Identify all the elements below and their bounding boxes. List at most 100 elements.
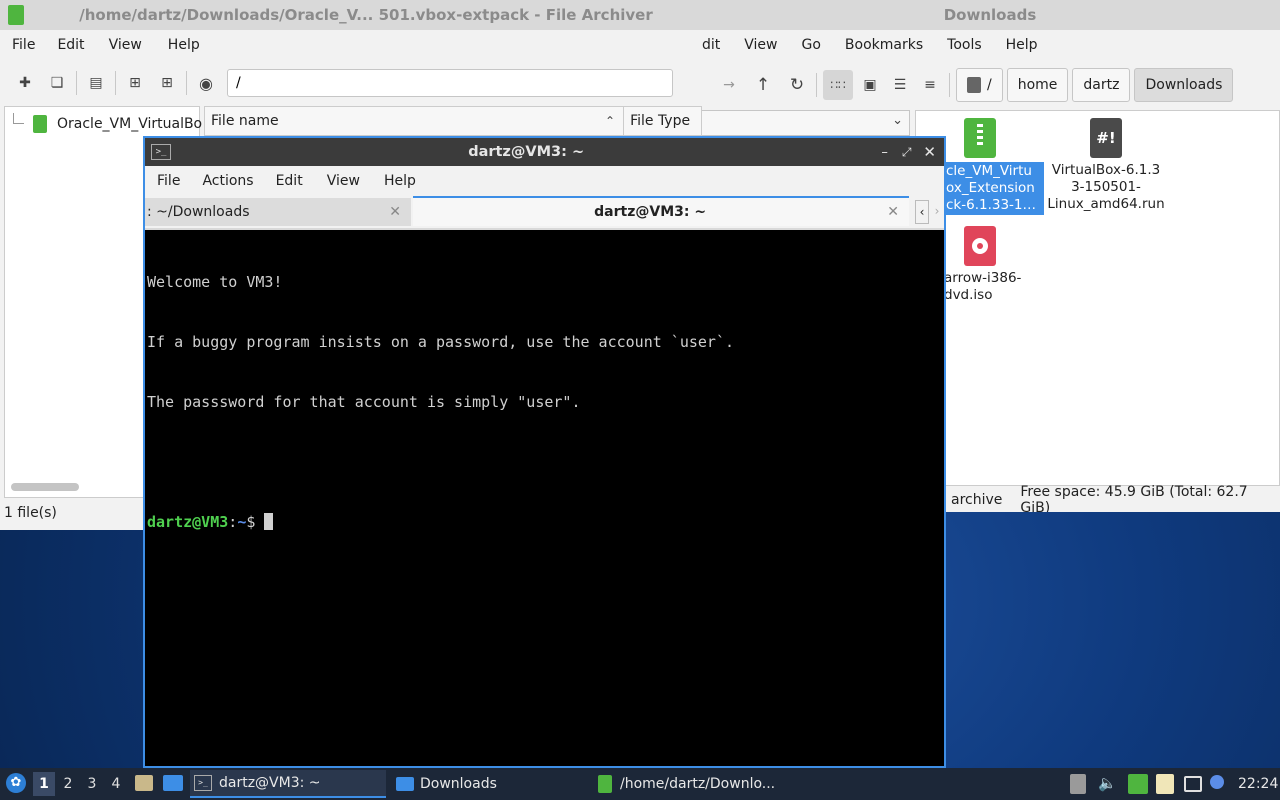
archiver-menu-help[interactable]: Help — [156, 37, 212, 53]
new-archive-icon[interactable]: ✚ — [12, 70, 38, 96]
breadcrumb-root[interactable]: / — [956, 68, 1003, 102]
folder-icon — [396, 777, 414, 791]
terminal-tabbar: : ~/Downloads ✕ dartz@VM3: ~ ✕ ‹ › — [145, 196, 944, 228]
file-manager-titlebar[interactable]: Downloads — [700, 0, 1280, 30]
fm-toolbar: → ↑ ↻ ∷∷ ▣ ☰ ≡ / home dartz Downloads — [700, 64, 1280, 106]
disc-image-icon — [964, 226, 996, 266]
open-archive-icon[interactable]: ❏ — [44, 70, 70, 96]
terminal-icon: >_ — [194, 775, 212, 791]
workspace-2[interactable]: 2 — [57, 772, 79, 796]
tab-close-icon[interactable]: ✕ — [887, 204, 899, 220]
minimize-icon[interactable]: – — [881, 145, 888, 160]
terminal-output[interactable]: Welcome to VM3! If a buggy program insis… — [145, 230, 944, 766]
breadcrumb-dartz[interactable]: dartz — [1072, 68, 1131, 102]
fm-menu-go[interactable]: Go — [790, 37, 833, 53]
file-name-label: arrow-i386- dvd.iso — [944, 270, 1022, 303]
file-list-header: File name ⌃ File Type — [204, 106, 702, 136]
terminal-window: >_ dartz@VM3: ~ – ⤢ ✕ File Actions Edit … — [143, 136, 946, 768]
archive-icon — [598, 775, 612, 793]
task-downloads[interactable]: Downloads — [394, 770, 590, 798]
side-pane-selector[interactable]: ⌄ — [700, 110, 910, 136]
term-menu-actions[interactable]: Actions — [192, 173, 263, 189]
archiver-titlebar[interactable]: /home/dartz/Downloads/Oracle_V... 501.vb… — [0, 0, 702, 30]
archiver-toolbar: ✚ ❏ ▤ ⊞ ⊞ ◉ — [0, 64, 702, 102]
clock[interactable]: 22:24 — [1238, 776, 1278, 792]
file-manager-title: Downloads — [943, 6, 1037, 24]
prompt-end: $ — [246, 513, 256, 531]
tree-item-label[interactable]: Oracle_VM_VirtualBo — [57, 116, 202, 132]
file-manager-launcher-icon[interactable] — [135, 775, 153, 791]
horizontal-scrollbar[interactable] — [11, 483, 79, 491]
term-menu-view[interactable]: View — [315, 173, 372, 189]
column-header-filename[interactable]: File name — [211, 113, 605, 129]
archive-icon — [964, 118, 996, 158]
forward-icon[interactable]: → — [716, 72, 742, 98]
term-menu-edit[interactable]: Edit — [264, 173, 315, 189]
terminal-line: The passsword for that account is simply… — [147, 393, 581, 411]
prompt-user: dartz@VM3 — [147, 513, 229, 531]
thumbnail-view-icon[interactable]: ▣ — [857, 72, 883, 98]
tab-downloads[interactable]: : ~/Downloads ✕ — [145, 198, 411, 226]
archive-icon — [33, 115, 47, 133]
start-menu-icon[interactable]: ✿ — [6, 773, 26, 793]
tab-scroll-left-icon[interactable]: ‹ — [915, 200, 929, 224]
fm-menu-tools[interactable]: Tools — [935, 37, 994, 53]
term-menu-file[interactable]: File — [145, 173, 192, 189]
archiver-menu-view[interactable]: View — [95, 37, 156, 53]
fm-status-left: archive — [951, 492, 1003, 508]
archiver-title: /home/dartz/Downloads/Oracle_V... 501.vb… — [79, 6, 653, 24]
archiver-status: 1 file(s) — [4, 505, 57, 521]
terminal-line: If a buggy program insists on a password… — [147, 333, 734, 351]
archive-path-input[interactable] — [227, 69, 673, 97]
stop-icon[interactable]: ◉ — [193, 70, 219, 96]
close-icon[interactable]: ✕ — [923, 143, 936, 161]
notification-icon[interactable] — [1210, 775, 1224, 789]
extract-icon[interactable]: ▤ — [83, 70, 109, 96]
breadcrumb: / home dartz Downloads — [956, 68, 1237, 102]
fm-menu-help[interactable]: Help — [994, 37, 1050, 53]
sort-ascending-icon: ⌃ — [605, 114, 616, 128]
terminal-app-icon: >_ — [151, 144, 171, 160]
task-terminal[interactable]: >_ dartz@VM3: ~ — [190, 770, 386, 798]
text-cursor — [264, 513, 274, 530]
file-item-run[interactable]: #! VirtualBox-6.1.3 3-150501- Linux_amd6… — [1046, 118, 1166, 213]
clipboard-icon[interactable] — [1070, 774, 1086, 794]
tab-home[interactable]: dartz@VM3: ~ ✕ — [413, 196, 909, 226]
terminal-titlebar[interactable]: >_ dartz@VM3: ~ – ⤢ ✕ — [145, 138, 944, 166]
notes-icon[interactable] — [1156, 774, 1174, 794]
column-header-filetype[interactable]: File Type — [630, 113, 690, 129]
archiver-app-icon — [8, 5, 24, 25]
archiver-menu-edit[interactable]: Edit — [47, 37, 94, 53]
up-icon[interactable]: ↑ — [750, 72, 776, 98]
terminal-menubar: File Actions Edit View Help — [145, 166, 944, 196]
term-menu-help[interactable]: Help — [372, 173, 428, 189]
breadcrumb-downloads[interactable]: Downloads — [1134, 68, 1234, 102]
breadcrumb-home[interactable]: home — [1006, 68, 1069, 102]
task-archiver[interactable]: /home/dartz/Downlo... — [596, 770, 792, 798]
workspace-3[interactable]: 3 — [81, 772, 103, 796]
tab-close-icon[interactable]: ✕ — [389, 204, 401, 220]
archiver-menu-file[interactable]: File — [0, 37, 47, 53]
detailed-view-icon[interactable]: ≡ — [917, 72, 943, 98]
show-desktop-icon[interactable] — [163, 775, 183, 791]
tree-expander[interactable] — [13, 113, 24, 124]
fm-menu-view[interactable]: View — [732, 37, 789, 53]
workspace-4[interactable]: 4 — [105, 772, 127, 796]
tab-scroll-right-icon[interactable]: › — [931, 200, 943, 222]
fm-menu-bookmarks[interactable]: Bookmarks — [833, 37, 935, 53]
icon-view-icon[interactable]: ∷∷ — [823, 70, 853, 100]
workspace-1[interactable]: 1 — [33, 772, 55, 796]
add-files-icon[interactable]: ⊞ — [122, 70, 148, 96]
reload-icon[interactable]: ↻ — [784, 72, 810, 98]
maximize-icon[interactable]: ⤢ — [902, 145, 912, 160]
script-icon: #! — [1090, 118, 1122, 158]
fm-menu-edit[interactable]: dit — [700, 37, 732, 53]
prompt-path: ~ — [237, 513, 247, 531]
update-notifier-icon[interactable] — [1128, 774, 1148, 794]
file-manager-menubar: dit View Go Bookmarks Tools Help — [700, 30, 1280, 60]
compact-view-icon[interactable]: ☰ — [887, 72, 913, 98]
add-folder-icon[interactable]: ⊞ — [154, 70, 180, 96]
volume-icon[interactable]: 🔈 — [1098, 774, 1117, 792]
network-icon[interactable] — [1184, 776, 1202, 792]
shell-prompt: dartz@VM3:~$ — [147, 512, 734, 532]
